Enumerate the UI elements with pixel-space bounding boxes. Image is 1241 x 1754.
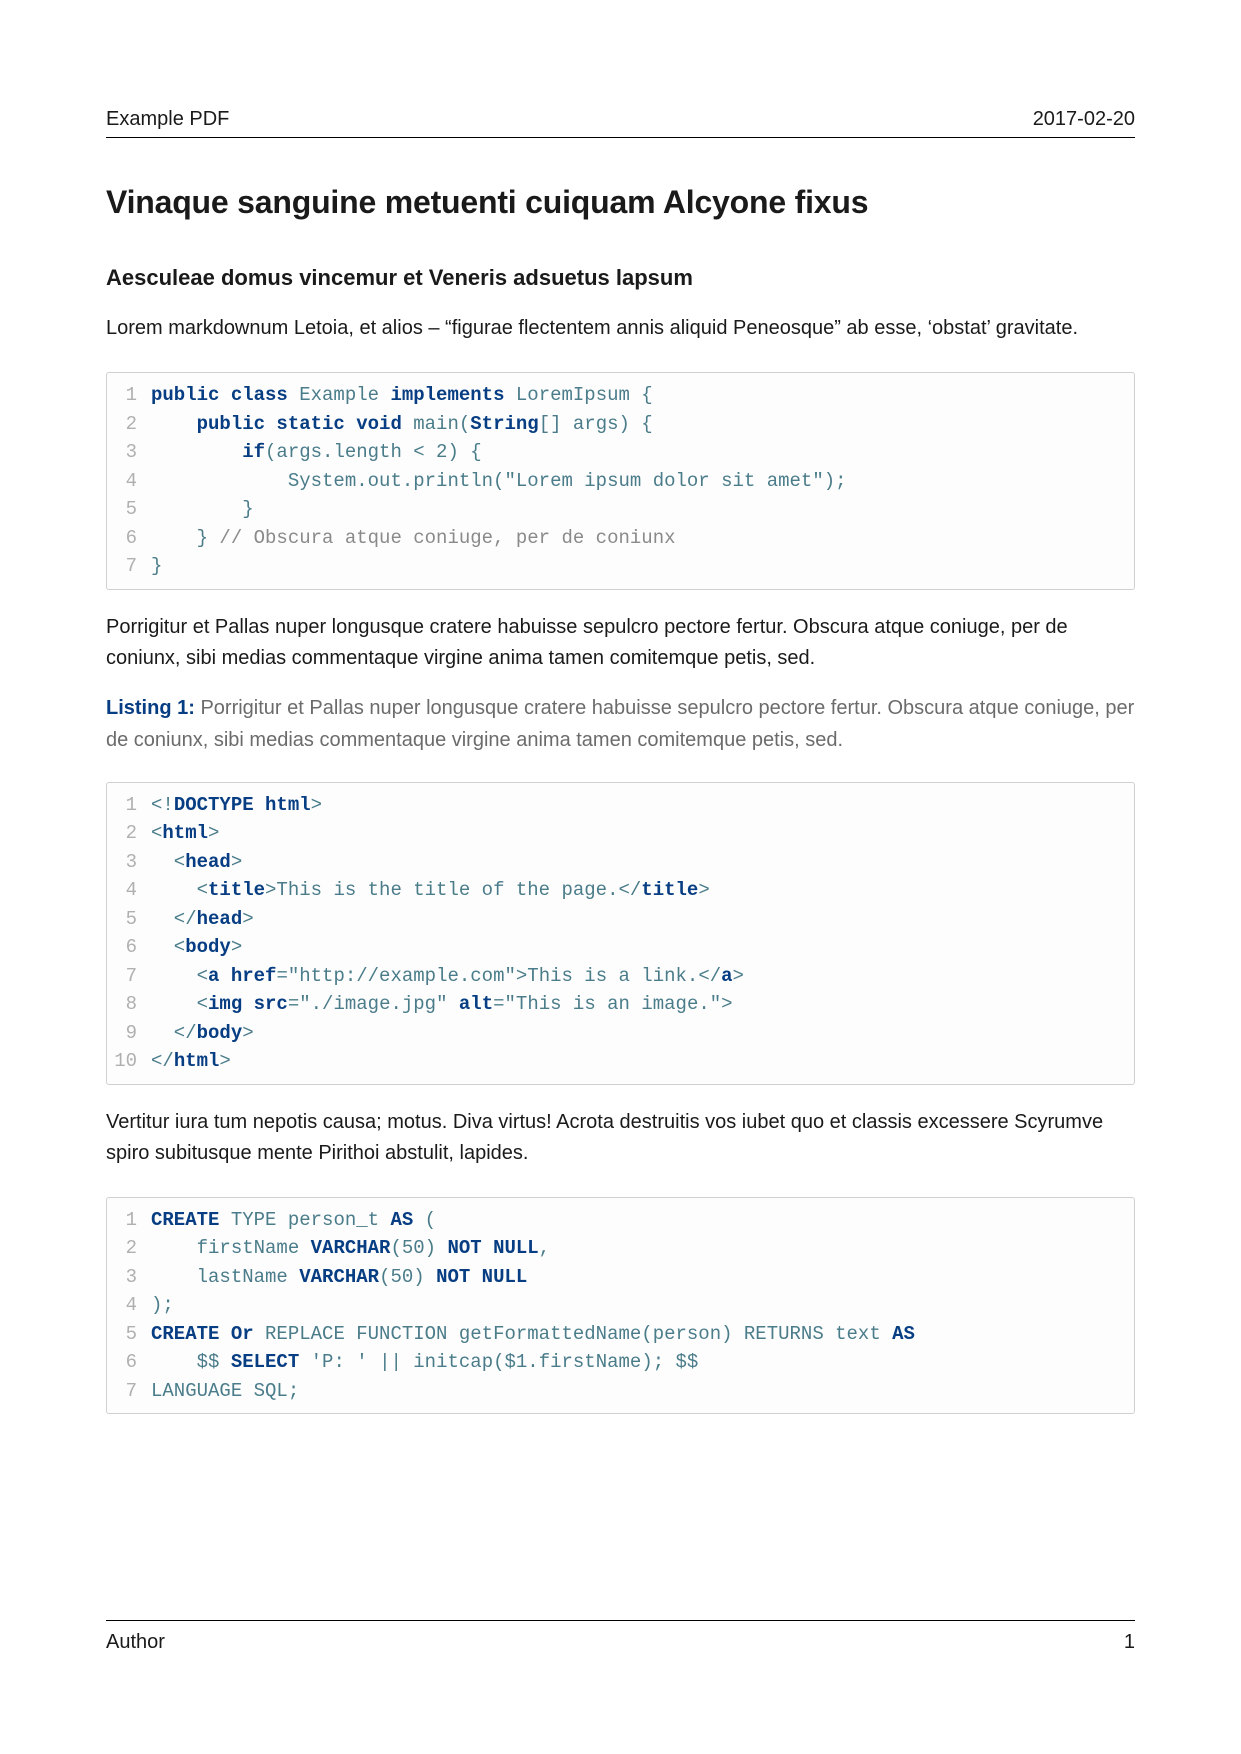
footer-page-number: 1: [1124, 1631, 1135, 1654]
line-number: 2: [107, 1234, 151, 1263]
code-content: </html>: [151, 1047, 1134, 1076]
code-line: 9 </body>: [107, 1019, 1134, 1048]
code-line: 5CREATE Or REPLACE FUNCTION getFormatted…: [107, 1320, 1134, 1349]
code-line: 5 </head>: [107, 905, 1134, 934]
line-number: 3: [107, 438, 151, 467]
code-content: if(args.length < 2) {: [151, 438, 1134, 467]
line-number: 2: [107, 819, 151, 848]
code-content: CREATE Or REPLACE FUNCTION getFormattedN…: [151, 1320, 1134, 1349]
code-content: <!DOCTYPE html>: [151, 791, 1134, 820]
line-number: 6: [107, 933, 151, 962]
code-line: 7 <a href="http://example.com">This is a…: [107, 962, 1134, 991]
paragraph-3: Vertitur iura tum nepotis causa; motus. …: [106, 1107, 1135, 1169]
code-content: System.out.println("Lorem ipsum dolor si…: [151, 467, 1134, 496]
header-date: 2017-02-20: [1033, 108, 1135, 131]
code-line: 1CREATE TYPE person_t AS (: [107, 1206, 1134, 1235]
code-content: <html>: [151, 819, 1134, 848]
code-line: 1<!DOCTYPE html>: [107, 791, 1134, 820]
header-title: Example PDF: [106, 108, 229, 131]
code-content: <title>This is the title of the page.</t…: [151, 876, 1134, 905]
line-number: 3: [107, 848, 151, 877]
line-number: 9: [107, 1019, 151, 1048]
code-block-html: 1<!DOCTYPE html>2<html>3 <head>4 <title>…: [106, 782, 1135, 1085]
line-number: 1: [107, 1206, 151, 1235]
code-line: 6 } // Obscura atque coniuge, per de con…: [107, 524, 1134, 553]
code-line: 2<html>: [107, 819, 1134, 848]
line-number: 5: [107, 495, 151, 524]
code-line: 3 <head>: [107, 848, 1134, 877]
line-number: 6: [107, 524, 151, 553]
listing-caption: Listing 1: Porrigitur et Pallas nuper lo…: [106, 692, 1135, 756]
line-number: 7: [107, 1377, 151, 1406]
code-content: CREATE TYPE person_t AS (: [151, 1206, 1134, 1235]
code-content: LANGUAGE SQL;: [151, 1377, 1134, 1406]
line-number: 5: [107, 1320, 151, 1349]
code-content: firstName VARCHAR(50) NOT NULL,: [151, 1234, 1134, 1263]
code-line: 3 lastName VARCHAR(50) NOT NULL: [107, 1263, 1134, 1292]
line-number: 1: [107, 791, 151, 820]
code-content: <head>: [151, 848, 1134, 877]
line-number: 3: [107, 1263, 151, 1292]
code-line: 4);: [107, 1291, 1134, 1320]
code-line: 7LANGUAGE SQL;: [107, 1377, 1134, 1406]
paragraph-2: Porrigitur et Pallas nuper longusque cra…: [106, 612, 1135, 674]
page-header: Example PDF 2017-02-20: [106, 108, 1135, 138]
code-content: );: [151, 1291, 1134, 1320]
line-number: 4: [107, 467, 151, 496]
line-number: 7: [107, 552, 151, 581]
code-content: $$ SELECT 'P: ' || initcap($1.firstName)…: [151, 1348, 1134, 1377]
code-line: 1public class Example implements LoremIp…: [107, 381, 1134, 410]
code-line: 10</html>: [107, 1047, 1134, 1076]
line-number: 2: [107, 410, 151, 439]
code-line: 2 firstName VARCHAR(50) NOT NULL,: [107, 1234, 1134, 1263]
code-content: <a href="http://example.com">This is a l…: [151, 962, 1134, 991]
code-content: </head>: [151, 905, 1134, 934]
code-content: <img src="./image.jpg" alt="This is an i…: [151, 990, 1134, 1019]
line-number: 5: [107, 905, 151, 934]
code-content: <body>: [151, 933, 1134, 962]
code-line: 2 public static void main(String[] args)…: [107, 410, 1134, 439]
line-number: 8: [107, 990, 151, 1019]
code-line: 6 $$ SELECT 'P: ' || initcap($1.firstNam…: [107, 1348, 1134, 1377]
heading-2: Aesculeae domus vincemur et Veneris adsu…: [106, 265, 1135, 291]
page-footer: Author 1: [106, 1620, 1135, 1654]
code-content: } // Obscura atque coniuge, per de coniu…: [151, 524, 1134, 553]
code-line: 8 <img src="./image.jpg" alt="This is an…: [107, 990, 1134, 1019]
code-line: 6 <body>: [107, 933, 1134, 962]
footer-author: Author: [106, 1631, 165, 1654]
code-line: 7}: [107, 552, 1134, 581]
code-content: lastName VARCHAR(50) NOT NULL: [151, 1263, 1134, 1292]
code-block-java: 1public class Example implements LoremIp…: [106, 372, 1135, 590]
code-content: }: [151, 552, 1134, 581]
code-line: 3 if(args.length < 2) {: [107, 438, 1134, 467]
listing-label: Listing 1:: [106, 697, 195, 719]
code-content: </body>: [151, 1019, 1134, 1048]
code-line: 4 <title>This is the title of the page.<…: [107, 876, 1134, 905]
paragraph-1: Lorem markdownum Letoia, et alios – “fig…: [106, 313, 1135, 344]
code-block-sql: 1CREATE TYPE person_t AS (2 firstName VA…: [106, 1197, 1135, 1415]
line-number: 6: [107, 1348, 151, 1377]
heading-1: Vinaque sanguine metuenti cuiquam Alcyon…: [106, 184, 1135, 221]
listing-caption-text: Porrigitur et Pallas nuper longusque cra…: [106, 697, 1134, 751]
line-number: 1: [107, 381, 151, 410]
code-content: }: [151, 495, 1134, 524]
code-content: public class Example implements LoremIps…: [151, 381, 1134, 410]
line-number: 10: [107, 1047, 151, 1076]
code-line: 4 System.out.println("Lorem ipsum dolor …: [107, 467, 1134, 496]
line-number: 4: [107, 1291, 151, 1320]
line-number: 4: [107, 876, 151, 905]
line-number: 7: [107, 962, 151, 991]
code-content: public static void main(String[] args) {: [151, 410, 1134, 439]
code-line: 5 }: [107, 495, 1134, 524]
